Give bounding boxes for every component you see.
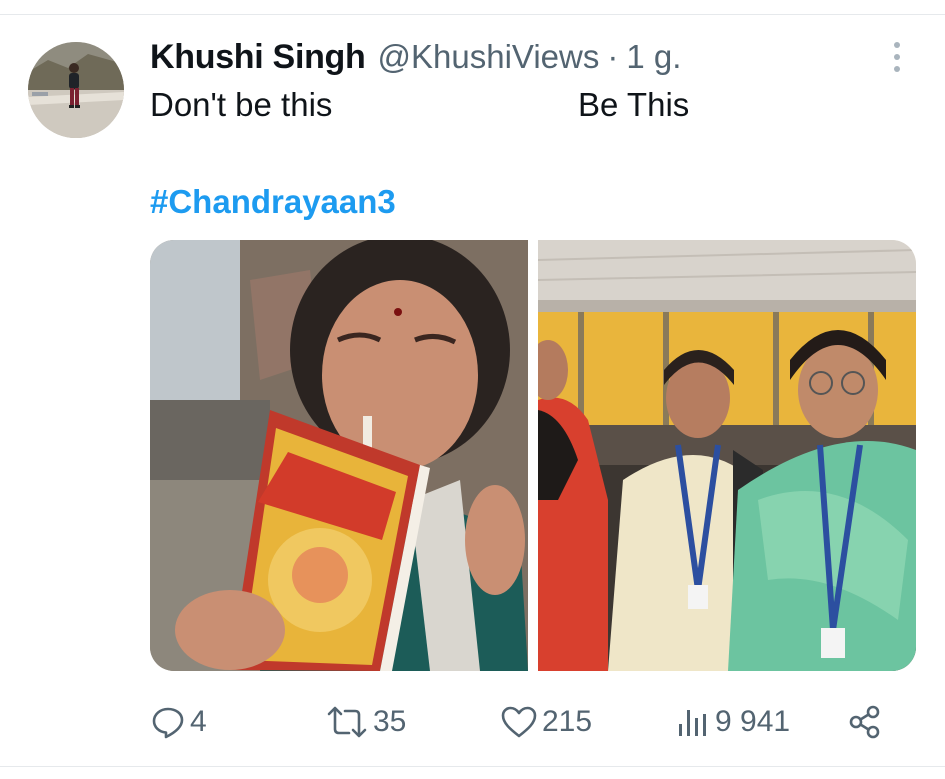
timestamp[interactable]: 1 g. (626, 38, 681, 76)
photo-right[interactable] (538, 240, 916, 671)
avatar-image (28, 42, 124, 138)
retweet-count: 35 (373, 705, 407, 738)
share-button[interactable] (847, 700, 883, 744)
avatar[interactable] (28, 42, 124, 138)
media-grid (150, 240, 916, 671)
display-name[interactable]: Khushi Singh (150, 38, 366, 77)
more-dot (894, 42, 900, 48)
like-button[interactable]: 215 (500, 700, 592, 744)
views-button[interactable]: 9 941 (675, 700, 790, 744)
handle[interactable]: @KhushiViews (378, 38, 600, 76)
divider-bottom (0, 766, 945, 767)
share-icon (849, 705, 880, 739)
retweet-button[interactable]: 35 (325, 700, 406, 744)
reply-button[interactable]: 4 (150, 700, 207, 744)
reply-count: 4 (190, 705, 207, 738)
separator-dot: · (607, 38, 619, 75)
tweet-text-right: Be This (578, 86, 690, 123)
hashtag-link[interactable]: #Chandrayaan3 (150, 183, 396, 221)
reply-icon (152, 707, 184, 739)
retweet-icon (327, 706, 367, 738)
photo-left-image (150, 240, 528, 671)
more-dot (894, 54, 900, 60)
like-icon (501, 706, 537, 738)
more-icon[interactable] (884, 40, 910, 74)
divider-top (0, 14, 945, 15)
action-bar: 4 35 215 9 941 (150, 700, 910, 744)
like-count: 215 (542, 705, 593, 738)
views-icon (679, 710, 706, 736)
photo-left[interactable] (150, 240, 528, 671)
more-dot (894, 66, 900, 72)
view-count: 9 941 (715, 705, 791, 738)
photo-right-image (538, 240, 916, 671)
tweet-header: Khushi Singh @KhushiViews · 1 g. (150, 38, 681, 80)
tweet-text-left: Don't be this (150, 86, 333, 123)
